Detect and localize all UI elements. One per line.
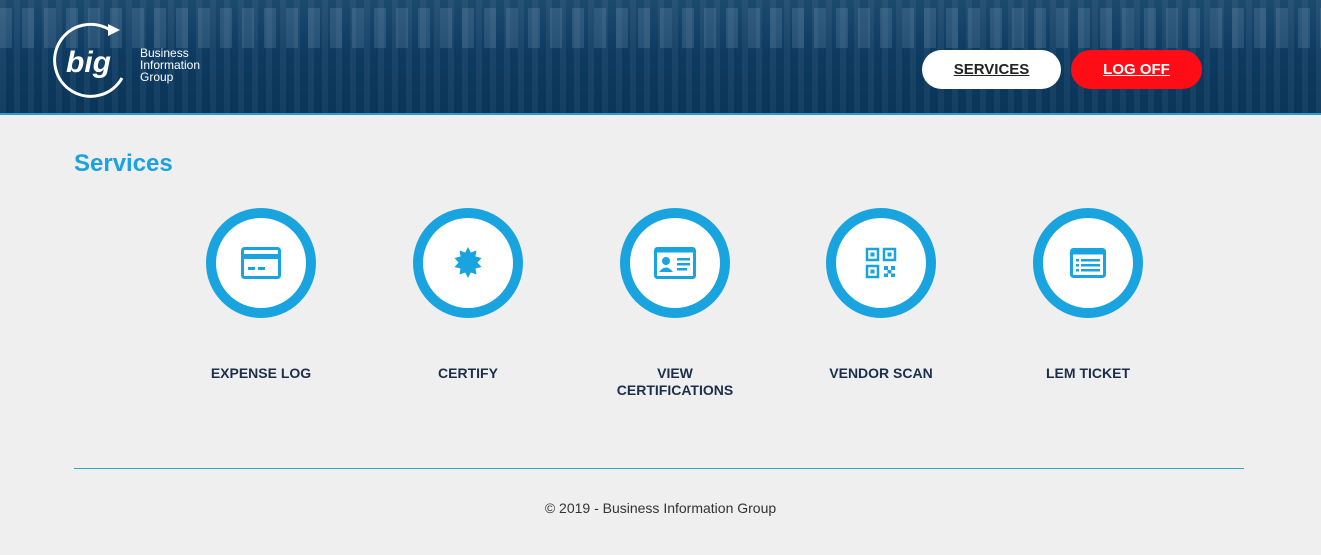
service-circle[interactable] — [413, 208, 523, 318]
services-button[interactable]: SERVICES — [922, 50, 1061, 89]
qr-code-icon — [865, 247, 897, 279]
service-circle[interactable] — [206, 208, 316, 318]
service-circle[interactable] — [620, 208, 730, 318]
service-lem-ticket[interactable]: LEM TICKET — [998, 208, 1178, 382]
service-view-certifications[interactable]: VIEW CERTIFICATIONS — [585, 208, 765, 399]
service-label: LEM TICKET — [1046, 365, 1130, 381]
logo-text: Business Information Group — [140, 47, 200, 83]
service-circle[interactable] — [1033, 208, 1143, 318]
log-off-button[interactable]: LOG OFF — [1071, 50, 1202, 89]
service-label: VENDOR SCAN — [829, 365, 933, 381]
credit-card-icon — [241, 247, 281, 279]
list-document-icon — [1070, 248, 1106, 278]
service-expense-log[interactable]: EXPENSE LOG — [171, 208, 351, 382]
service-label: CERTIFY — [438, 365, 498, 381]
service-certify[interactable]: CERTIFY — [378, 208, 558, 382]
service-vendor-scan[interactable]: VENDOR SCAN — [791, 208, 971, 382]
id-card-icon — [654, 247, 696, 279]
logo-mark: big — [66, 46, 111, 79]
service-circle[interactable] — [826, 208, 936, 318]
service-label: EXPENSE LOG — [210, 365, 312, 381]
certificate-badge-icon — [454, 247, 482, 278]
site-header: big Business Information Group SERVICES … — [0, 0, 1321, 115]
page-title: Services — [74, 150, 173, 177]
logo-line-3: Group — [140, 70, 174, 84]
big-logo-icon: big — [53, 22, 124, 98]
service-label: VIEW CERTIFICATIONS — [616, 365, 734, 398]
footer-copyright: © 2019 - Business Information Group — [544, 500, 777, 516]
footer-divider — [74, 468, 1244, 469]
big-logo[interactable]: big Business Information Group — [50, 20, 220, 102]
